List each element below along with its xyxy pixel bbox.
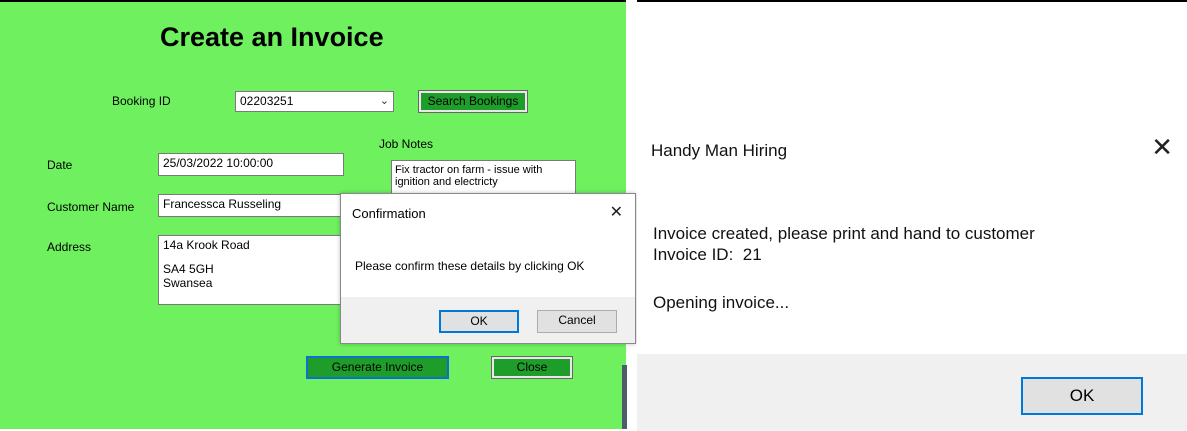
booking-id-value: 02203251: [240, 94, 294, 108]
close-icon[interactable]: ✕: [1151, 132, 1173, 163]
ok-button[interactable]: OK: [439, 310, 519, 333]
chevron-down-icon[interactable]: ⌄: [380, 94, 389, 107]
close-button[interactable]: Close: [491, 356, 573, 379]
booking-id-label: Booking ID: [112, 94, 171, 108]
page-title: Create an Invoice: [160, 22, 384, 52]
close-icon[interactable]: ✕: [610, 202, 623, 222]
customer-name-label: Customer Name: [47, 200, 135, 214]
message-body: Invoice created, please print and hand t…: [653, 223, 1035, 313]
handy-man-message-box: Handy Man Hiring ✕ Invoice created, plea…: [637, 0, 1187, 431]
ok-button[interactable]: OK: [1021, 377, 1143, 415]
message-line: Opening invoice...: [653, 293, 790, 312]
cancel-button[interactable]: Cancel: [537, 310, 617, 333]
booking-id-dropdown[interactable]: 02203251 ⌄: [235, 91, 394, 112]
job-notes-line: Fix tractor on farm - issue with: [395, 164, 543, 176]
message-line: Invoice created, please print and hand t…: [653, 224, 1035, 243]
search-bookings-button[interactable]: Search Bookings: [418, 90, 528, 113]
address-line: SA4 5GH: [163, 262, 214, 276]
address-line: Swansea: [163, 276, 213, 290]
date-label: Date: [47, 158, 73, 172]
confirmation-dialog: Confirmation ✕ Please confirm these deta…: [340, 193, 636, 344]
dialog-footer: OK Cancel: [341, 297, 635, 343]
job-notes-field[interactable]: Fix tractor on farm - issue with ignitio…: [391, 160, 576, 196]
job-notes-label: Job Notes: [379, 137, 434, 151]
address-field[interactable]: 14a Krook Road SA4 5GH Swansea: [158, 235, 344, 305]
dialog-message: Please confirm these details by clicking…: [355, 259, 585, 273]
background-window-edge: [622, 365, 627, 429]
dialog-title: Confirmation: [352, 206, 426, 221]
job-notes-line: ignition and electricty: [395, 176, 498, 188]
address-line: 14a Krook Road: [163, 238, 250, 252]
message-line: Invoice ID: 21: [653, 245, 762, 264]
generate-invoice-button[interactable]: Generate Invoice: [306, 356, 449, 379]
customer-name-field[interactable]: Francessca Russeling: [158, 194, 344, 217]
address-line: [163, 252, 339, 262]
address-label: Address: [47, 240, 92, 254]
date-field[interactable]: 25/03/2022 10:00:00: [158, 153, 344, 176]
dialog-title: Handy Man Hiring: [651, 141, 788, 160]
